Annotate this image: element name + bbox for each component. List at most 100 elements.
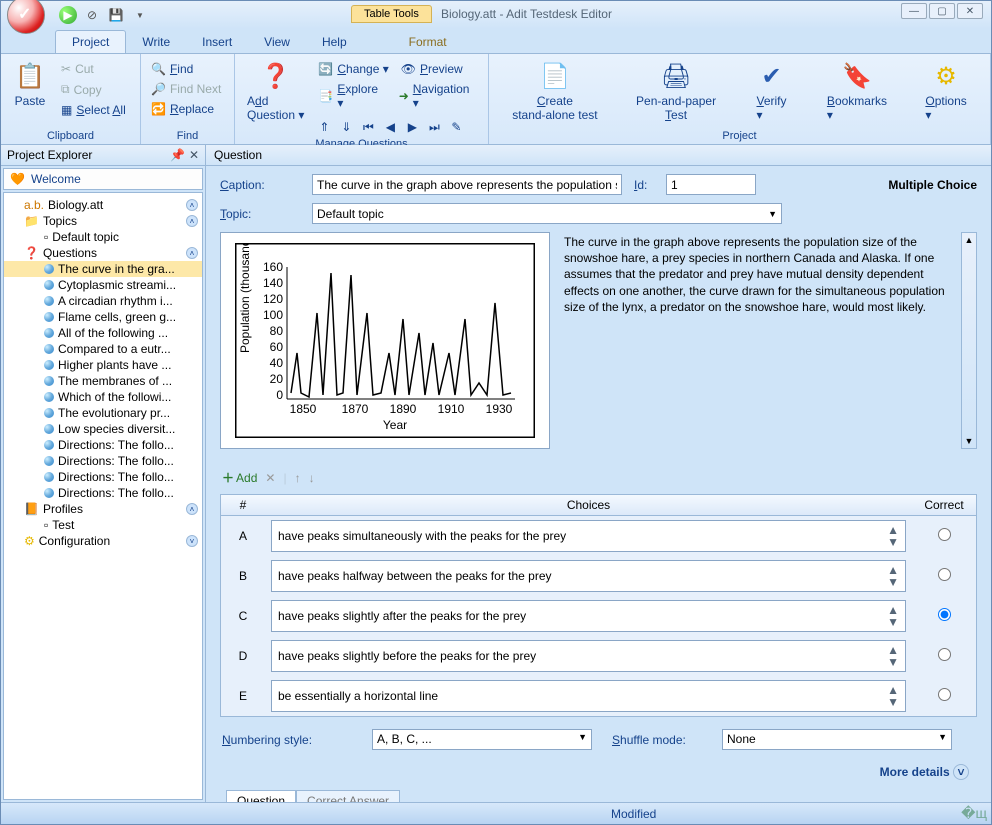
tree-question-item[interactable]: A circadian rhythm i... [4, 293, 202, 309]
choice-text-input[interactable]: have peaks slightly after the peaks for … [271, 600, 906, 632]
tree-file[interactable]: a.b.Biology.att˄ [4, 197, 202, 213]
nav-last-icon[interactable]: ⏭ [424, 118, 444, 136]
tree-question-item[interactable]: Higher plants have ... [4, 357, 202, 373]
choice-text-input[interactable]: be essentially a horizontal line▲▼ [271, 680, 906, 712]
pin-icon[interactable]: 📌 [170, 148, 185, 162]
choice-text-input[interactable]: have peaks simultaneously with the peaks… [271, 520, 906, 552]
tree-profiles[interactable]: 📙Profiles˄ [4, 501, 202, 517]
change-button[interactable]: 🔄Change ▾ [314, 60, 392, 78]
find-next-button[interactable]: 🔎Find Next [147, 80, 225, 98]
tree-question-item[interactable]: Cytoplasmic streami... [4, 277, 202, 293]
tree-question-item[interactable]: Which of the followi... [4, 389, 202, 405]
tree-question-item[interactable]: The evolutionary pr... [4, 405, 202, 421]
scroll-down-icon[interactable]: ▼ [965, 436, 974, 446]
collapse-icon[interactable]: ˄ [186, 215, 198, 227]
spin-down-icon[interactable]: ▼ [887, 536, 899, 548]
tab-help[interactable]: Help [306, 31, 363, 53]
tree-question-item[interactable]: Directions: The follo... [4, 453, 202, 469]
tree-question-item[interactable]: Low species diversit... [4, 421, 202, 437]
tree-question-item[interactable]: Directions: The follo... [4, 485, 202, 501]
tree-question-item[interactable]: The membranes of ... [4, 373, 202, 389]
expand-icon[interactable]: ˅ [186, 535, 198, 547]
tab-insert[interactable]: Insert [186, 31, 248, 53]
tree-question-item[interactable]: All of the following ... [4, 325, 202, 341]
bottom-tab-correct[interactable]: Correct Answer [296, 790, 400, 802]
bottom-tab-question[interactable]: Question [226, 790, 296, 802]
paste-button[interactable]: 📋Paste [7, 56, 53, 112]
tree-test[interactable]: ▫Test [4, 517, 202, 533]
numbering-select[interactable]: A, B, C, ...▼ [372, 729, 592, 750]
undo-icon[interactable]: ⊘ [83, 6, 101, 24]
project-tree[interactable]: a.b.Biology.att˄ 📁Topics˄ ▫Default topic… [3, 192, 203, 800]
spin-down-icon[interactable]: ▼ [887, 656, 899, 668]
tree-topics[interactable]: 📁Topics˄ [4, 213, 202, 229]
preview-button[interactable]: 👁Preview [397, 60, 467, 78]
nav-down-icon[interactable]: ⇓ [336, 118, 356, 136]
correct-radio[interactable] [938, 688, 951, 701]
correct-radio[interactable] [938, 608, 951, 621]
shuffle-select[interactable]: None▼ [722, 729, 952, 750]
replace-button[interactable]: 🔁Replace [147, 100, 225, 118]
verify-button[interactable]: ✔Verify▾ [749, 56, 795, 126]
spin-down-icon[interactable]: ▼ [887, 616, 899, 628]
id-input[interactable] [666, 174, 756, 195]
topic-select[interactable]: Default topic▼ [312, 203, 782, 224]
qat-dropdown-icon[interactable]: ▼ [131, 6, 149, 24]
correct-radio[interactable] [938, 568, 951, 581]
move-down-icon[interactable]: ↓ [309, 471, 315, 485]
delete-choice-icon[interactable]: ✕ [265, 471, 275, 485]
resize-grip-icon[interactable]: �щ [961, 805, 987, 822]
bookmarks-button[interactable]: 🔖Bookmarks▾ [821, 56, 893, 126]
close-button[interactable]: ✕ [957, 3, 983, 19]
options-button[interactable]: ⚙Options▾ [919, 56, 972, 126]
choice-text-input[interactable]: have peaks halfway between the peaks for… [271, 560, 906, 592]
add-question-button[interactable]: ❓AddQuestion ▾ [241, 56, 310, 126]
tree-question-item[interactable]: Compared to a eutr... [4, 341, 202, 357]
tab-view[interactable]: View [248, 31, 306, 53]
scroll-up-icon[interactable]: ▲ [965, 235, 974, 245]
caption-input[interactable] [312, 174, 622, 195]
minimize-button[interactable]: — [901, 3, 927, 19]
tab-write[interactable]: Write [126, 31, 186, 53]
tree-questions[interactable]: ❓Questions˄ [4, 245, 202, 261]
select-all-button[interactable]: ▦Select All [57, 101, 130, 119]
nav-up-icon[interactable]: ⇑ [314, 118, 334, 136]
more-details-button[interactable]: More details ˅ [220, 762, 977, 782]
spin-down-icon[interactable]: ▼ [887, 696, 899, 708]
collapse-icon[interactable]: ˄ [186, 503, 198, 515]
tree-question-item[interactable]: The curve in the gra... [4, 261, 202, 277]
spin-down-icon[interactable]: ▼ [887, 576, 899, 588]
app-menu-orb[interactable] [7, 0, 45, 34]
correct-radio[interactable] [938, 648, 951, 661]
scrollbar[interactable]: ▲▼ [961, 232, 977, 449]
explore-button[interactable]: 📑Explore ▾ [314, 80, 390, 112]
nav-next-icon[interactable]: ▶ [402, 118, 422, 136]
panel-close-icon[interactable]: ✕ [189, 148, 199, 162]
create-standalone-button[interactable]: 📄Createstand-alone test [506, 56, 603, 126]
move-up-icon[interactable]: ↑ [295, 471, 301, 485]
nav-first-icon[interactable]: ⏮ [358, 118, 378, 136]
cut-button[interactable]: ✂Cut [57, 60, 130, 78]
choice-text-input[interactable]: have peaks slightly before the peaks for… [271, 640, 906, 672]
pen-paper-button[interactable]: 🖨Pen-and-paperTest [630, 56, 722, 126]
collapse-icon[interactable]: ˄ [186, 199, 198, 211]
copy-button[interactable]: ⧉Copy [57, 80, 130, 99]
maximize-button[interactable]: ▢ [929, 3, 955, 19]
tree-question-item[interactable]: Directions: The follo... [4, 437, 202, 453]
tab-format[interactable]: Format [393, 31, 463, 53]
welcome-bar[interactable]: 🧡Welcome [3, 168, 203, 190]
nav-prev-icon[interactable]: ◀ [380, 118, 400, 136]
find-button[interactable]: 🔍Find [147, 60, 225, 78]
tab-project[interactable]: Project [55, 30, 126, 53]
tree-configuration[interactable]: ⚙Configuration˅ [4, 533, 202, 549]
save-icon[interactable]: 💾 [107, 6, 125, 24]
correct-radio[interactable] [938, 528, 951, 541]
run-icon[interactable]: ▶ [59, 6, 77, 24]
collapse-icon[interactable]: ˄ [186, 247, 198, 259]
navigation-button[interactable]: ➜Navigation ▾ [395, 80, 482, 112]
tree-question-item[interactable]: Directions: The follo... [4, 469, 202, 485]
add-choice-button[interactable]: ＋Add [222, 469, 257, 486]
tree-question-item[interactable]: Flame cells, green g... [4, 309, 202, 325]
nav-edit-icon[interactable]: ✎ [446, 118, 466, 136]
tree-default-topic[interactable]: ▫Default topic [4, 229, 202, 245]
